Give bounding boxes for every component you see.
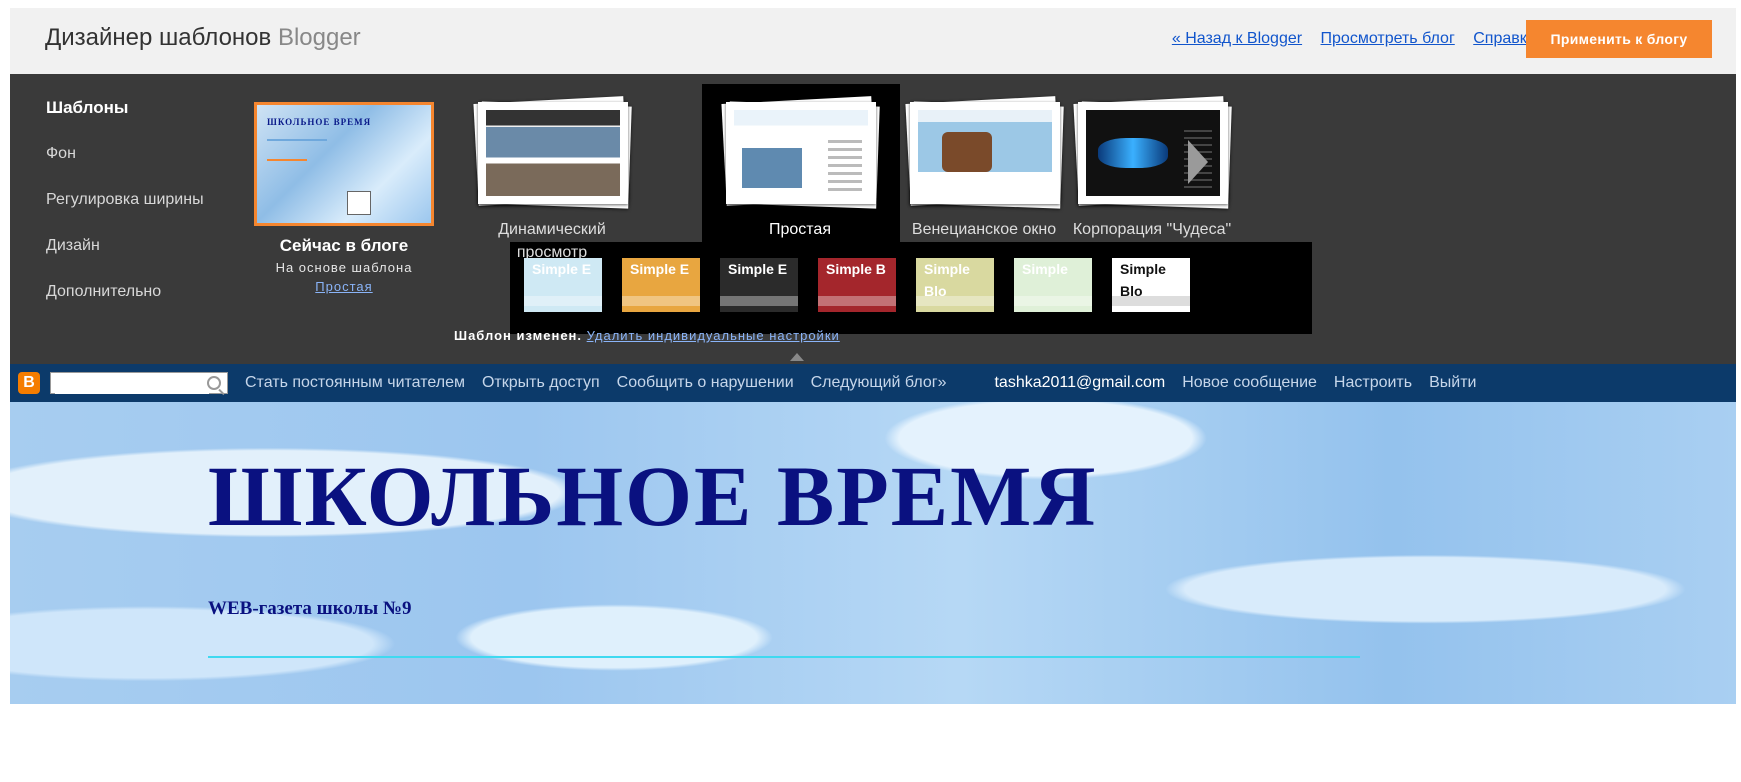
variant-thumbnail[interactable]: Simple B [818, 258, 896, 312]
template-designer-panel: Шаблоны Фон Регулировка ширины Дизайн До… [10, 74, 1736, 389]
template-name: Венецианское окно [911, 221, 1057, 238]
template-thumbnail [472, 96, 632, 209]
next-blog-link[interactable]: Следующий блог» [811, 374, 947, 392]
blog-description: WEB-газета школы №9 [208, 598, 412, 619]
variant-thumbnail[interactable]: Simple Blo [916, 258, 994, 312]
view-blog-link[interactable]: Просмотреть блог [1321, 30, 1455, 47]
header-links: « Назад к Blogger Просмотреть блог Справ… [1158, 30, 1536, 48]
blogger-logo-icon[interactable]: B [18, 372, 40, 394]
sidebar-item-templates[interactable]: Шаблоны [46, 96, 216, 120]
template-thumbnail [720, 96, 880, 209]
sidebar-item-layout[interactable]: Дизайн [46, 234, 216, 258]
variant-thumbnail[interactable]: Simple Blo [1112, 258, 1190, 312]
share-link[interactable]: Открыть доступ [482, 374, 600, 392]
current-blog-label: Сейчас в блоге [279, 236, 409, 255]
sign-out-link[interactable]: Выйти [1429, 374, 1476, 392]
template-simple[interactable]: Простая [712, 96, 888, 241]
template-awesome-inc[interactable]: Корпорация "Чудеса" [1072, 96, 1232, 241]
back-to-blogger-link[interactable]: « Назад к Blogger [1172, 30, 1302, 47]
search-icon[interactable] [207, 376, 221, 390]
template-thumbnail [904, 96, 1064, 209]
report-abuse-link[interactable]: Сообщить о нарушении [617, 374, 794, 392]
current-blog-thumbnail[interactable]: ШКОЛЬНОЕ ВРЕМЯ [254, 102, 434, 226]
variant-thumbnail[interactable]: Simple E [720, 258, 798, 312]
page-title: Дизайнер шаблонов Blogger [45, 24, 361, 52]
header-divider [208, 656, 1360, 658]
thumbnail-line [267, 159, 307, 161]
base-template-link[interactable]: Простая [250, 279, 438, 294]
template-thumbnail [1072, 96, 1232, 209]
blog-preview: ШКОЛЬНОЕ ВРЕМЯ WEB-газета школы №9 [10, 402, 1736, 704]
thumbnail-image [347, 191, 371, 215]
search-input[interactable] [55, 374, 209, 394]
variant-thumbnail[interactable]: Simple [1014, 258, 1092, 312]
variant-thumbnail[interactable]: Simple E [622, 258, 700, 312]
title-brand: Blogger [277, 24, 361, 51]
sidebar-item-advanced[interactable]: Дополнительно [46, 280, 216, 304]
template-dynamic-views[interactable]: Динамический просмотр [464, 96, 640, 264]
follow-link[interactable]: Стать постоянным читателем [245, 374, 465, 392]
user-email: tashka2011@gmail.com [994, 374, 1166, 391]
design-link[interactable]: Настроить [1334, 374, 1412, 392]
blog-title[interactable]: ШКОЛЬНОЕ ВРЕМЯ [208, 446, 1097, 546]
template-name: Корпорация "Чудеса" [1072, 221, 1232, 238]
blogger-navbar: B Стать постоянным читателем Открыть дос… [10, 364, 1736, 402]
designer-sidebar: Шаблоны Фон Регулировка ширины Дизайн До… [46, 96, 216, 326]
template-status: Шаблон изменен. Удалить индивидуальные н… [454, 328, 840, 343]
thumbnail-line [267, 139, 327, 141]
variant-thumbnail[interactable]: Simple E [524, 258, 602, 312]
title-main: Дизайнер шаблонов [45, 24, 272, 51]
based-on-label: На основе шаблона [275, 260, 413, 275]
thumbnail-title: ШКОЛЬНОЕ ВРЕМЯ [267, 117, 372, 127]
template-name: Простая [768, 221, 831, 238]
sidebar-item-background[interactable]: Фон [46, 142, 216, 166]
template-picture-window[interactable]: Венецианское окно [896, 96, 1072, 241]
remove-customizations-link[interactable]: Удалить индивидуальные настройки [587, 328, 840, 343]
designer-header: Дизайнер шаблонов Blogger « Назад к Blog… [10, 8, 1736, 74]
new-post-link[interactable]: Новое сообщение [1182, 374, 1317, 392]
navbar-search [50, 372, 228, 394]
template-variants: Simple E Simple E Simple E Simple B Simp… [524, 258, 1190, 312]
sidebar-item-width[interactable]: Регулировка ширины [46, 188, 216, 212]
next-templates-arrow-icon[interactable] [1188, 140, 1208, 184]
template-changed-text: Шаблон изменен. [454, 328, 583, 343]
current-blog-preview: ШКОЛЬНОЕ ВРЕМЯ Сейчас в блоге На основе … [250, 102, 438, 294]
collapse-caret-icon[interactable] [790, 353, 804, 361]
apply-to-blog-button[interactable]: Применить к блогу [1526, 20, 1712, 58]
